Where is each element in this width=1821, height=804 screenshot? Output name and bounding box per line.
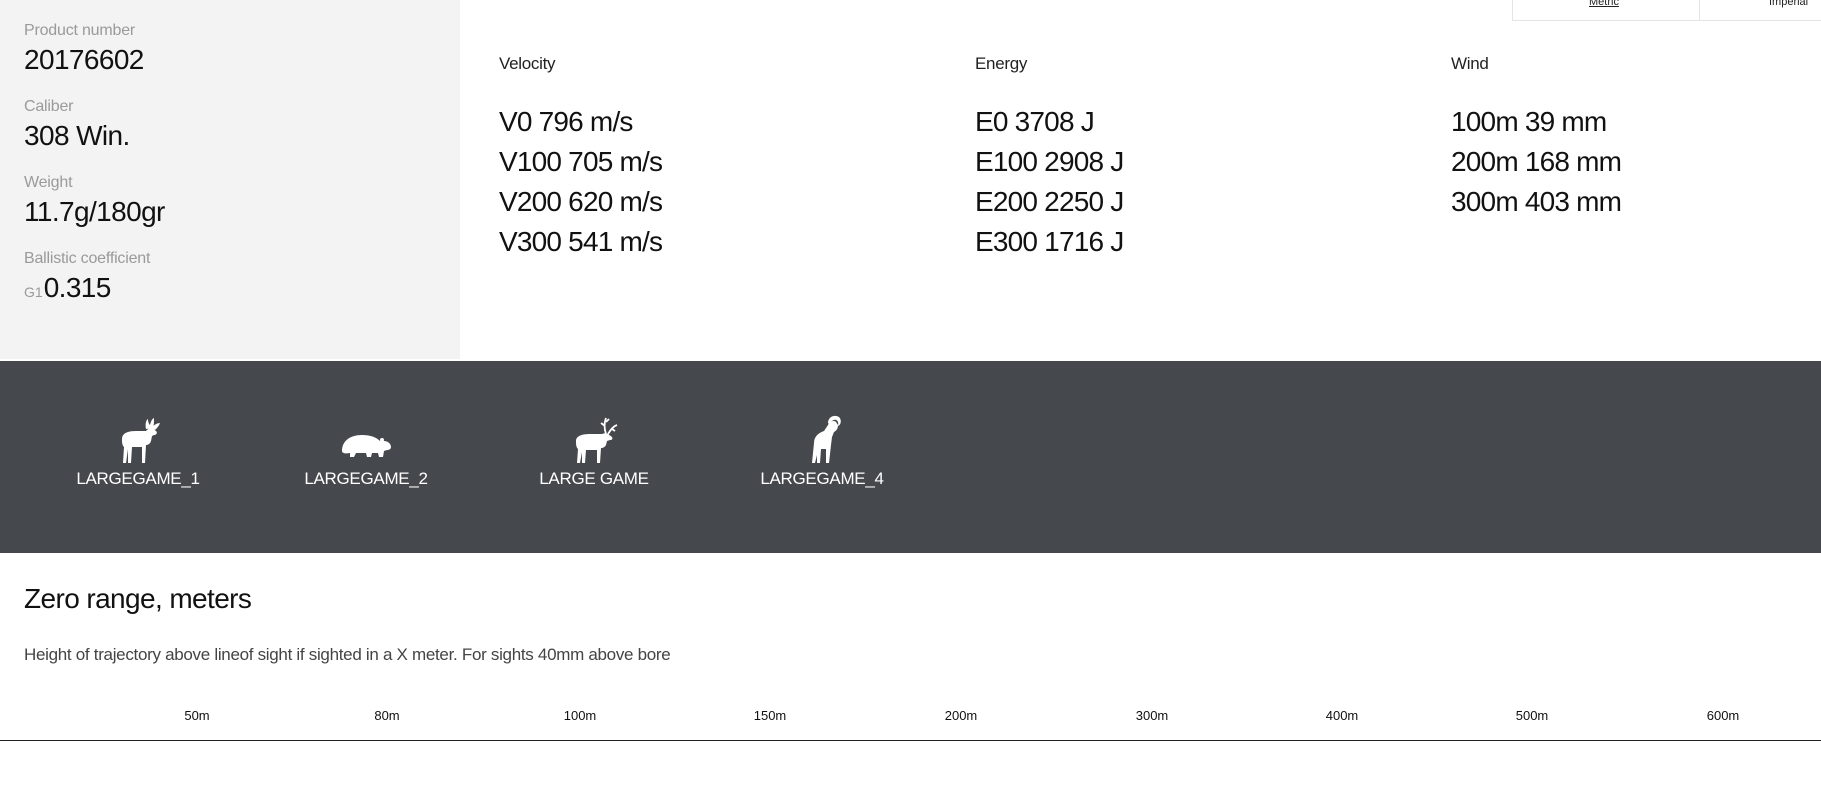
wind-title: Wind [1451, 54, 1489, 73]
ammo-spec-section: Product number 20176602 Caliber 308 Win.… [0, 0, 1821, 361]
unit-divider [1699, 0, 1700, 20]
zero-range-section: Zero range, meters Height of trajectory … [0, 553, 1821, 804]
ballistic-coefficient: Ballistic coefficient G10.315 [24, 250, 150, 308]
weight: Weight 11.7g/180gr [24, 174, 165, 228]
game-item-1[interactable]: LARGEGAME_1 [68, 411, 208, 489]
product-number-label: Product number [24, 22, 136, 39]
range-cell[interactable]: 300m [1092, 708, 1212, 723]
product-number: Product number 20176602 [24, 22, 144, 76]
game-item-3[interactable]: LARGE GAME [524, 411, 664, 489]
unit-toggle: Metric Imperial [1512, 0, 1821, 21]
moose-icon [122, 418, 160, 463]
range-cell[interactable]: 80m [327, 708, 447, 723]
spec-panel: Product number 20176602 Caliber 308 Win.… [0, 0, 460, 359]
wind-column: Wind 100m 39 mm 200m 168 mm 300m 403 mm [1451, 52, 1811, 222]
energy-line: E200 2250 J [975, 186, 1124, 217]
wind-line: 100m 39 mm [1451, 106, 1607, 137]
zero-range-description: Height of trajectory above lineof sight … [24, 645, 671, 664]
range-cell[interactable]: 500m [1472, 708, 1592, 723]
velocity-line: V200 620 m/s [499, 186, 663, 217]
ballistic-coefficient-label: Ballistic coefficient [24, 250, 151, 267]
velocity-title: Velocity [499, 54, 556, 73]
bighorn-sheep-icon [812, 415, 841, 463]
tab-imperial[interactable]: Imperial [1769, 0, 1808, 20]
game-item-2[interactable]: LARGEGAME_2 [296, 411, 436, 489]
game-label-1: LARGEGAME_1 [76, 469, 200, 488]
ballistic-value: 0.315 [43, 272, 112, 303]
game-label-3: LARGE GAME [539, 469, 649, 488]
tab-metric[interactable]: Metric [1589, 0, 1619, 20]
range-cell[interactable]: 600m [1663, 708, 1783, 723]
range-cell[interactable]: 50m [137, 708, 257, 723]
energy-line: E300 1716 J [975, 226, 1124, 257]
g1-prefix: G1 [24, 284, 43, 300]
caliber-value: 308 Win. [24, 120, 130, 151]
velocity-column: Velocity V0 796 m/s V100 705 m/s V200 62… [499, 52, 859, 262]
bear-icon [342, 435, 391, 457]
game-types-band: LARGEGAME_1 LARGEGAME_2 LARGE GAME LARGE… [0, 361, 1821, 553]
energy-line: E0 3708 J [975, 106, 1095, 137]
range-cell[interactable]: 200m [901, 708, 1021, 723]
zero-range-title: Zero range, meters [24, 583, 252, 614]
range-cell[interactable]: 400m [1282, 708, 1402, 723]
range-divider [0, 740, 1821, 741]
velocity-line: V0 796 m/s [499, 106, 633, 137]
velocity-line: V300 541 m/s [499, 226, 663, 257]
range-cell[interactable]: 100m [520, 708, 640, 723]
product-number-value: 20176602 [24, 44, 144, 75]
range-header-row: 50m 80m 100m 150m 200m 300m 400m 500m 60… [0, 708, 1821, 738]
caliber: Caliber 308 Win. [24, 98, 130, 152]
wind-line: 300m 403 mm [1451, 186, 1622, 217]
reindeer-icon [576, 417, 618, 463]
ballistic-coefficient-value: G10.315 [24, 272, 150, 308]
energy-column: Energy E0 3708 J E100 2908 J E200 2250 J… [975, 52, 1335, 262]
weight-label: Weight [24, 174, 73, 191]
energy-title: Energy [975, 54, 1028, 73]
wind-line: 200m 168 mm [1451, 146, 1622, 177]
game-label-2: LARGEGAME_2 [304, 469, 428, 488]
energy-line: E100 2908 J [975, 146, 1124, 177]
weight-value: 11.7g/180gr [24, 196, 165, 227]
game-item-4[interactable]: LARGEGAME_4 [752, 411, 892, 489]
caliber-label: Caliber [24, 98, 74, 115]
range-cell[interactable]: 150m [710, 708, 830, 723]
velocity-line: V100 705 m/s [499, 146, 663, 177]
game-label-4: LARGEGAME_4 [760, 469, 884, 488]
